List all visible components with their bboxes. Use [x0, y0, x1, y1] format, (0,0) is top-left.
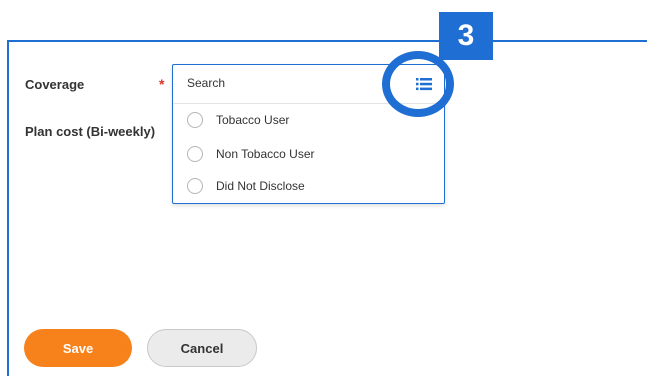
radio-button[interactable]	[187, 146, 203, 162]
cancel-button[interactable]: Cancel	[147, 329, 257, 367]
option-non-tobacco-user[interactable]: Non Tobacco User	[187, 143, 427, 165]
coverage-label: Coverage	[25, 77, 85, 92]
list-icon[interactable]	[416, 77, 432, 91]
option-tobacco-user[interactable]: Tobacco User	[187, 109, 427, 131]
option-label: Non Tobacco User	[216, 147, 315, 161]
option-label: Did Not Disclose	[216, 179, 305, 193]
plan-cost-label: Plan cost (Bi-weekly)	[25, 124, 156, 139]
step-number-badge: 3	[439, 12, 493, 60]
radio-button[interactable]	[187, 178, 203, 194]
dropdown-search-row	[173, 65, 444, 104]
coverage-form-screen: 3 Coverage * Plan cost (Bi-weekly) Tobac…	[0, 0, 647, 376]
radio-button[interactable]	[187, 112, 203, 128]
option-label: Tobacco User	[216, 113, 290, 127]
callout-frame-left-border	[7, 40, 9, 376]
coverage-dropdown: Tobacco User Non Tobacco User Did Not Di…	[172, 64, 445, 204]
save-button[interactable]: Save	[24, 329, 132, 367]
callout-frame-top-border	[7, 40, 647, 42]
option-did-not-disclose[interactable]: Did Not Disclose	[187, 175, 427, 197]
required-indicator: *	[159, 76, 165, 92]
coverage-search-input[interactable]	[187, 76, 387, 90]
